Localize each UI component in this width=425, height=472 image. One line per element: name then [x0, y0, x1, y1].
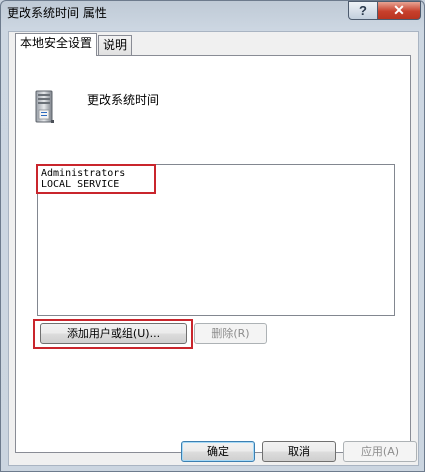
window-title: 更改系统时间 属性	[7, 6, 107, 20]
help-icon: ?	[359, 3, 367, 18]
remove-button[interactable]: 删除(R)	[194, 323, 267, 344]
help-button[interactable]: ?	[348, 1, 378, 20]
close-button[interactable]: ✕	[377, 1, 421, 20]
add-user-or-group-button[interactable]: 添加用户或组(U)...	[40, 323, 187, 344]
tab-panel: 更改系统时间 Administrators LOCAL SERVICE 添加用户…	[15, 55, 411, 453]
policy-name: 更改系统时间	[87, 93, 160, 107]
list-item[interactable]: Administrators	[38, 168, 125, 179]
accounts-listbox[interactable]: Administrators LOCAL SERVICE	[37, 164, 395, 316]
cancel-button[interactable]: 取消	[262, 441, 336, 462]
title-bar[interactable]: 更改系统时间 属性 ? ✕	[1, 1, 424, 23]
close-icon: ✕	[393, 2, 405, 18]
server-icon	[35, 90, 54, 123]
list-item[interactable]: LOCAL SERVICE	[38, 179, 125, 190]
ok-button[interactable]: 确定	[181, 441, 255, 462]
dialog-client-area: 本地安全设置 说明 更改系统时间 Administrators LOCAL SE…	[8, 31, 419, 466]
tab-explain[interactable]: 说明	[98, 35, 133, 55]
accounts-list: Administrators LOCAL SERVICE	[38, 168, 125, 190]
properties-window: 更改系统时间 属性 ? ✕ 本地安全设置 说明 更改系统时间 Administr…	[0, 0, 425, 472]
apply-button[interactable]: 应用(A)	[343, 441, 417, 462]
tab-local-security-setting[interactable]: 本地安全设置	[15, 33, 98, 56]
